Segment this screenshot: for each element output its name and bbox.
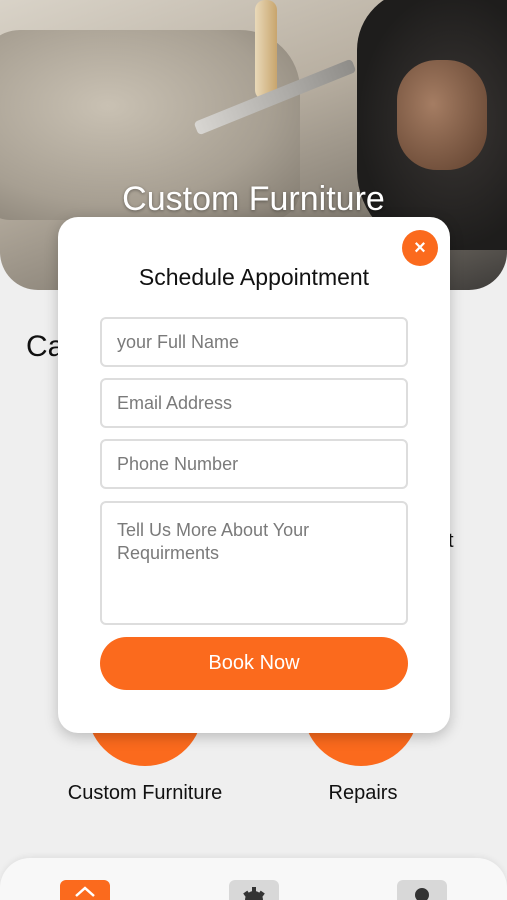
gear-icon [243, 887, 265, 900]
bottom-nav [0, 858, 507, 900]
service-label-repairs: Repairs [328, 782, 398, 804]
nav-profile-tab[interactable] [397, 880, 447, 900]
close-modal-button[interactable]: × [402, 230, 438, 266]
hero-photo-tool-handle [255, 0, 277, 100]
schedule-appointment-modal: × Schedule Appointment Book Now [58, 217, 450, 733]
phone-input[interactable] [100, 439, 408, 489]
book-now-button[interactable]: Book Now [100, 637, 408, 690]
email-input[interactable] [100, 378, 408, 428]
home-icon [75, 886, 95, 897]
nav-settings-tab[interactable] [229, 880, 279, 900]
close-icon: × [414, 236, 426, 259]
modal-title: Schedule Appointment [138, 264, 370, 290]
requirements-textarea[interactable] [100, 501, 408, 625]
full-name-input[interactable] [100, 317, 408, 367]
nav-home-tab[interactable] [60, 880, 110, 900]
service-label-custom-furniture: Custom Furniture [67, 782, 223, 804]
hero-title: Custom Furniture [122, 180, 385, 218]
person-icon [415, 888, 429, 900]
hero-photo-hand [397, 60, 487, 170]
